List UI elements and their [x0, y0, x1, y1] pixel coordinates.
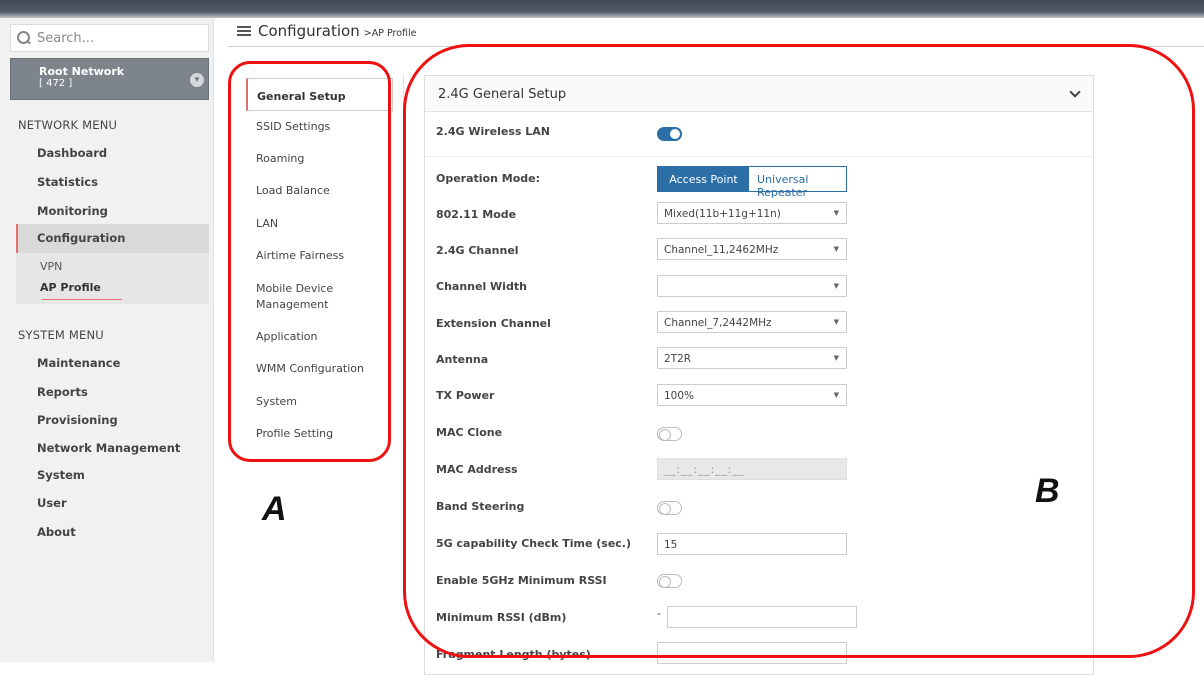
root-network-count: [ 472 ] [39, 78, 73, 89]
sidebar-item-dashboard[interactable]: Dashboard [37, 146, 107, 160]
sidebar-item-system[interactable]: System [37, 468, 85, 482]
sidebar-item-network-management[interactable]: Network Management [37, 441, 180, 455]
sidebar-item-maintenance[interactable]: Maintenance [37, 356, 120, 370]
system-menu-title: SYSTEM MENU [18, 328, 104, 342]
network-menu-title: NETWORK MENU [18, 118, 118, 132]
annotation-label-a: A [262, 490, 287, 528]
sidebar-item-about[interactable]: About [37, 525, 76, 539]
breadcrumb: Configuration >AP Profile [237, 22, 416, 40]
sidebar-subitem-vpn[interactable]: VPN [40, 260, 62, 273]
search-icon [17, 31, 31, 45]
active-underline [42, 299, 122, 300]
sidebar-item-monitoring[interactable]: Monitoring [37, 204, 108, 218]
root-network-selector[interactable]: Root Network [ 472 ] ▾ [10, 58, 209, 100]
search-placeholder: Search... [37, 30, 95, 46]
configuration-submenu: VPN AP Profile [16, 253, 209, 304]
sidebar-item-reports[interactable]: Reports [37, 385, 88, 399]
breadcrumb-sub: >AP Profile [363, 28, 417, 39]
sidebar-item-provisioning[interactable]: Provisioning [37, 413, 118, 427]
annotation-outline-a [228, 61, 391, 462]
chevron-down-icon[interactable]: ▾ [190, 73, 204, 87]
sidebar-item-statistics[interactable]: Statistics [37, 175, 98, 189]
root-network-name: Root Network [39, 65, 125, 78]
sidebar-subitem-ap-profile[interactable]: AP Profile [40, 281, 101, 294]
sidebar-item-configuration-label: Configuration [37, 231, 126, 245]
search-input[interactable]: Search... [10, 24, 209, 52]
sidebar-item-configuration[interactable]: Configuration [16, 224, 209, 253]
page-title: Configuration [258, 22, 360, 40]
sliders-icon [237, 25, 251, 37]
annotation-label-b: B [1035, 472, 1060, 510]
sidebar-item-user[interactable]: User [37, 496, 67, 510]
annotation-outline-b [403, 44, 1195, 658]
